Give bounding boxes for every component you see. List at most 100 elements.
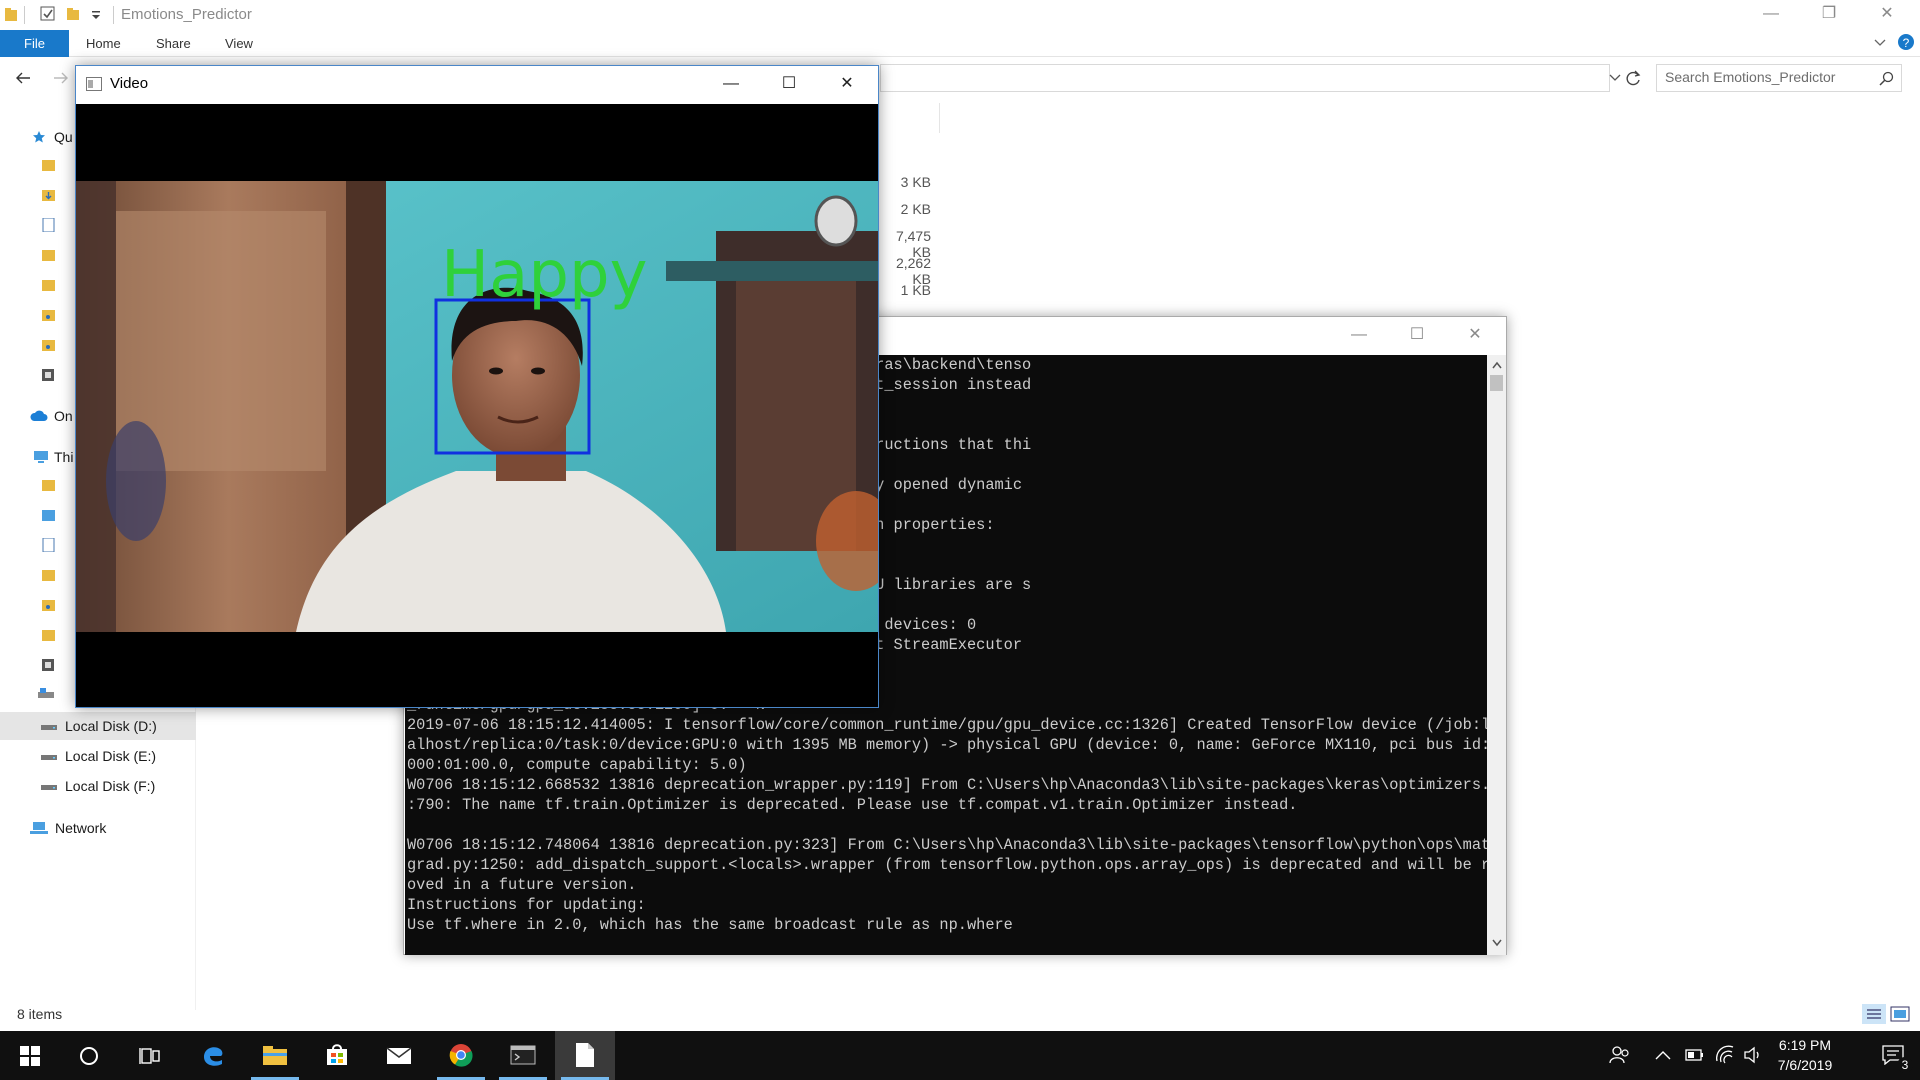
- chrome-icon: [449, 1044, 473, 1067]
- minimize-button[interactable]: —: [1742, 0, 1800, 30]
- search-input[interactable]: Search Emotions_Predictor: [1656, 64, 1902, 92]
- wifi-icon[interactable]: [1715, 1045, 1735, 1065]
- status-bar: 8 items: [0, 1003, 1920, 1027]
- folder-icon: [5, 8, 17, 21]
- drive-icon: [41, 785, 57, 790]
- documents-icon[interactable]: [42, 218, 56, 232]
- explorer-titlebar: Emotions_Predictor — ❐ ✕: [0, 0, 1920, 30]
- close-button[interactable]: ✕: [1446, 321, 1504, 351]
- console-line: 000:01:00.0, compute capability: 5.0): [407, 756, 747, 774]
- documents-icon[interactable]: [42, 538, 56, 552]
- cloud-icon: [30, 410, 48, 421]
- tab-home[interactable]: Home: [86, 30, 121, 57]
- star-icon: [33, 131, 45, 143]
- action-center-button[interactable]: 3: [1866, 1031, 1920, 1080]
- restore-button[interactable]: ❐: [1800, 0, 1858, 30]
- 3d-objects-icon[interactable]: [42, 478, 56, 492]
- task-view-icon[interactable]: [139, 1046, 161, 1066]
- maximize-button[interactable]: ☐: [760, 70, 818, 100]
- cortana-icon[interactable]: [79, 1046, 99, 1066]
- nav-local-disk-f[interactable]: Local Disk (F:): [0, 772, 196, 800]
- nav-label: Local Disk (E:): [65, 748, 157, 764]
- nav-label: Network: [55, 820, 107, 836]
- folder-icon[interactable]: [42, 278, 56, 292]
- pictures-icon[interactable]: [42, 248, 56, 262]
- drive-icon: [41, 725, 57, 730]
- file-size-column: 3 KB 2 KB 7,475 KB 2,262 KB 1 KB: [879, 172, 931, 322]
- taskbar-video-window[interactable]: [555, 1031, 615, 1080]
- videos-icon[interactable]: [42, 368, 56, 382]
- battery-icon[interactable]: [1685, 1048, 1705, 1062]
- taskbar-chrome[interactable]: [431, 1031, 491, 1080]
- clock-date: 7/6/2019: [1777, 1057, 1833, 1073]
- document-icon: [576, 1043, 594, 1067]
- minimize-button[interactable]: —: [1330, 321, 1388, 351]
- forward-arrow-icon[interactable]: [52, 70, 70, 86]
- videos-icon[interactable]: [42, 658, 56, 672]
- nav-network[interactable]: Network: [0, 814, 196, 842]
- folder-icon[interactable]: [42, 158, 56, 172]
- refresh-icon[interactable]: [1624, 70, 1642, 88]
- music-icon[interactable]: [42, 308, 56, 322]
- console-line: Instructions for updating:: [407, 896, 646, 914]
- close-button[interactable]: ✕: [1858, 0, 1916, 30]
- clock-time: 6:19 PM: [1778, 1037, 1832, 1053]
- taskbar: 6:19 PM 7/6/2019 3: [0, 1031, 1920, 1080]
- scroll-up-arrow-icon[interactable]: [1492, 361, 1502, 369]
- minimize-button[interactable]: —: [702, 70, 760, 100]
- scroll-down-arrow-icon[interactable]: [1492, 939, 1502, 947]
- video-title: Video: [110, 75, 149, 92]
- nav-local-disk-d[interactable]: Local Disk (D:): [0, 712, 196, 740]
- item-count: 8 items: [17, 1006, 63, 1022]
- nav-label: Local Disk (D:): [65, 718, 157, 734]
- taskbar-edge[interactable]: [183, 1031, 243, 1080]
- details-view-icon[interactable]: [1862, 1004, 1886, 1024]
- people-icon[interactable]: [1609, 1045, 1631, 1065]
- close-button[interactable]: ✕: [818, 70, 876, 100]
- taskbar-store[interactable]: [307, 1031, 367, 1080]
- console-line: 2019-07-06 18:15:12.414005: I tensorflow…: [407, 716, 1487, 734]
- video-window: Video — ☐ ✕ Happy: [75, 65, 879, 708]
- maximize-button[interactable]: ☐: [1388, 321, 1446, 351]
- system-clock[interactable]: 6:19 PM 7/6/2019: [1760, 1035, 1850, 1075]
- svg-text:?: ?: [1903, 36, 1910, 50]
- expand-ribbon-icon[interactable]: [1874, 38, 1886, 48]
- downloads-icon[interactable]: [42, 188, 56, 202]
- video-titlebar[interactable]: Video — ☐ ✕: [76, 66, 878, 104]
- search-placeholder: Search Emotions_Predictor: [1665, 69, 1836, 85]
- chevron-down-icon[interactable]: [1609, 73, 1621, 83]
- drive-icon[interactable]: [38, 688, 54, 702]
- help-icon[interactable]: ?: [1897, 33, 1915, 51]
- desktop-icon[interactable]: [42, 508, 56, 522]
- quick-access-items: [42, 158, 72, 382]
- customize-quick-access-icon[interactable]: [90, 9, 102, 21]
- emotion-label: Happy: [441, 238, 647, 312]
- taskbar-file-explorer[interactable]: [245, 1031, 305, 1080]
- console-line: W0706 18:15:12.748064 13816 deprecation.…: [407, 836, 1487, 854]
- tab-share[interactable]: Share: [156, 30, 191, 57]
- taskbar-mail[interactable]: [369, 1031, 429, 1080]
- network-icon: [30, 822, 48, 834]
- properties-icon[interactable]: [40, 6, 56, 22]
- back-arrow-icon[interactable]: [14, 70, 32, 86]
- this-pc-items: [38, 478, 72, 702]
- scrollbar[interactable]: [1487, 355, 1506, 955]
- tab-file[interactable]: File: [0, 30, 69, 57]
- scrollbar-thumb[interactable]: [1490, 375, 1503, 391]
- taskbar-console[interactable]: [493, 1031, 553, 1080]
- large-icons-view-icon[interactable]: [1890, 1006, 1910, 1022]
- notification-count-badge: 3: [1897, 1057, 1913, 1073]
- console-line: W0706 18:15:12.668532 13816 deprecation_…: [407, 776, 1487, 794]
- tab-view[interactable]: View: [225, 30, 253, 57]
- nav-label: Thi: [54, 449, 74, 465]
- pictures-icon[interactable]: [42, 628, 56, 642]
- downloads-icon[interactable]: [42, 568, 56, 582]
- new-folder-icon[interactable]: [66, 6, 82, 22]
- nav-local-disk-e[interactable]: Local Disk (E:): [0, 742, 196, 770]
- windows-start-icon[interactable]: [20, 1046, 40, 1066]
- address-bar[interactable]: [880, 64, 1621, 92]
- music-icon[interactable]: [42, 598, 56, 612]
- music-icon[interactable]: [42, 338, 56, 352]
- show-hidden-icons-chevron-icon[interactable]: [1655, 1050, 1671, 1060]
